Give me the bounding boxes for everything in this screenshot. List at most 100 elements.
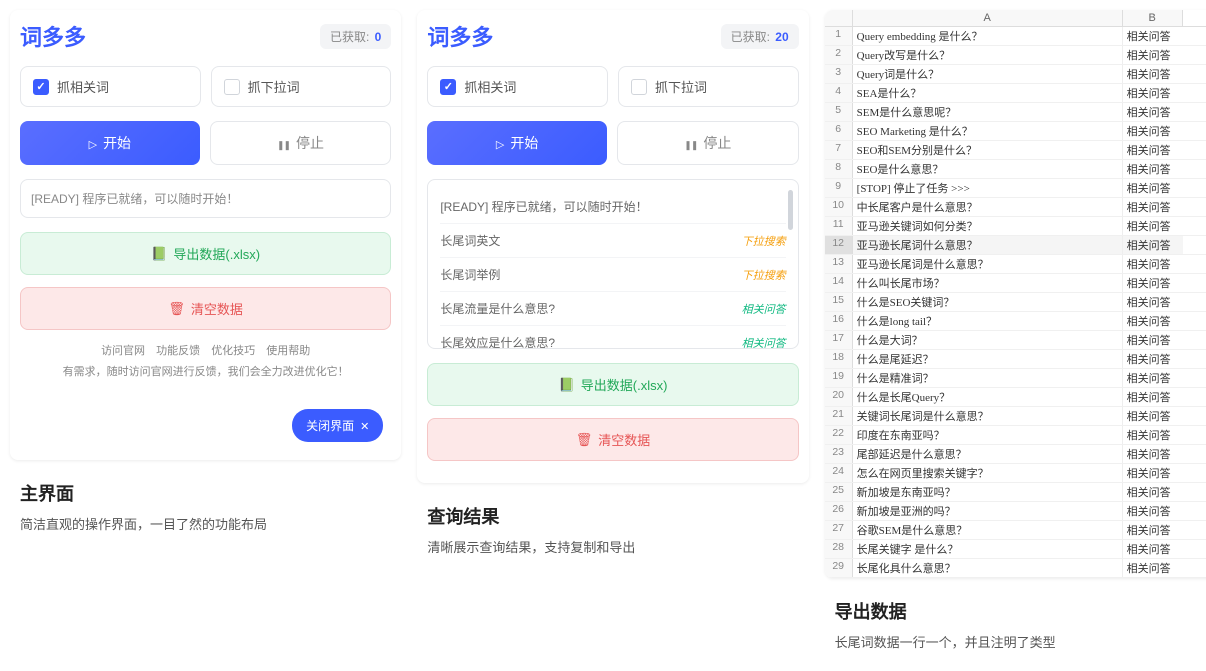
start-button[interactable]: 开始: [20, 121, 200, 165]
scrollbar-thumb[interactable]: [788, 190, 793, 230]
table-row[interactable]: 8SEO是什么意思？相关问答: [825, 160, 1206, 179]
stop-button[interactable]: 停止: [617, 121, 799, 165]
help-link[interactable]: 优化技巧: [211, 345, 255, 357]
cell-a[interactable]: 什么是long tail？: [853, 312, 1123, 330]
start-button[interactable]: 开始: [427, 121, 607, 165]
result-item[interactable]: 长尾词举例下拉搜索: [440, 258, 785, 292]
table-row[interactable]: 26新加坡是亚洲的吗？相关问答: [825, 502, 1206, 521]
table-row[interactable]: 3Query词是什么？相关问答: [825, 65, 1206, 84]
row-number[interactable]: 10: [825, 198, 853, 216]
row-number[interactable]: 13: [825, 255, 853, 273]
row-number[interactable]: 21: [825, 407, 853, 425]
cell-b[interactable]: 相关问答: [1123, 46, 1183, 64]
row-number[interactable]: 23: [825, 445, 853, 463]
cell-b[interactable]: 相关问答: [1123, 426, 1183, 444]
clear-button[interactable]: 清空数据: [20, 287, 391, 330]
cell-a[interactable]: SEO Marketing 是什么？: [853, 122, 1123, 140]
cell-a[interactable]: 长尾化具什么意思？: [853, 559, 1123, 577]
table-row[interactable]: 7SEO和SEM分别是什么？相关问答: [825, 141, 1206, 160]
table-row[interactable]: 4SEA是什么？相关问答: [825, 84, 1206, 103]
row-number[interactable]: 3: [825, 65, 853, 83]
cell-b[interactable]: 相关问答: [1123, 198, 1183, 216]
cell-a[interactable]: Query词是什么？: [853, 65, 1123, 83]
cell-a[interactable]: SEA是什么？: [853, 84, 1123, 102]
cell-a[interactable]: 怎么在网页里搜索关键字？: [853, 464, 1123, 482]
table-row[interactable]: 5SEM是什么意思呢？相关问答: [825, 103, 1206, 122]
row-number[interactable]: 25: [825, 483, 853, 501]
table-row[interactable]: 22印度在东南亚吗？相关问答: [825, 426, 1206, 445]
cell-b[interactable]: 相关问答: [1123, 160, 1183, 178]
help-link[interactable]: 使用帮助: [266, 345, 310, 357]
help-link[interactable]: 功能反馈: [156, 345, 200, 357]
table-row[interactable]: 13亚马逊长尾词是什么意思？相关问答: [825, 255, 1206, 274]
cell-b[interactable]: 相关问答: [1123, 331, 1183, 349]
cell-a[interactable]: 印度在东南亚吗？: [853, 426, 1123, 444]
cell-b[interactable]: 相关问答: [1123, 483, 1183, 501]
cell-a[interactable]: 什么是精准词？: [853, 369, 1123, 387]
cell-a[interactable]: 什么是长尾Query？: [853, 388, 1123, 406]
cell-a[interactable]: Query embedding 是什么？: [853, 27, 1123, 45]
cell-a[interactable]: 什么叫长尾市场？: [853, 274, 1123, 292]
result-box[interactable]: [READY] 程序已就绪，可以随时开始！长尾词英文下拉搜索长尾词举例下拉搜索长…: [427, 179, 798, 349]
cell-a[interactable]: Query改写是什么？: [853, 46, 1123, 64]
cell-b[interactable]: 相关问答: [1123, 293, 1183, 311]
table-row[interactable]: 6SEO Marketing 是什么？相关问答: [825, 122, 1206, 141]
table-row[interactable]: 11亚马逊关键词如何分类？相关问答: [825, 217, 1206, 236]
cell-b[interactable]: 相关问答: [1123, 350, 1183, 368]
row-number[interactable]: 5: [825, 103, 853, 121]
table-row[interactable]: 29长尾化具什么意思？相关问答: [825, 559, 1206, 578]
export-button[interactable]: 📗 导出数据(.xlsx): [20, 232, 391, 275]
cell-a[interactable]: 什么是SEO关键词？: [853, 293, 1123, 311]
row-number[interactable]: 16: [825, 312, 853, 330]
cell-a[interactable]: 亚马逊关键词如何分类？: [853, 217, 1123, 235]
cell-b[interactable]: 相关问答: [1123, 217, 1183, 235]
cell-b[interactable]: 相关问答: [1123, 141, 1183, 159]
spreadsheet[interactable]: A B 1Query embedding 是什么？相关问答2Query改写是什么…: [825, 10, 1206, 578]
checkbox-dropdown[interactable]: 抓下拉词: [211, 66, 392, 107]
row-number[interactable]: 19: [825, 369, 853, 387]
cell-a[interactable]: SEO是什么意思？: [853, 160, 1123, 178]
row-number[interactable]: 6: [825, 122, 853, 140]
row-number[interactable]: 28: [825, 540, 853, 558]
table-row[interactable]: 18什么是尾延迟？相关问答: [825, 350, 1206, 369]
cell-b[interactable]: 相关问答: [1123, 122, 1183, 140]
cell-b[interactable]: 相关问答: [1123, 255, 1183, 273]
result-item[interactable]: 长尾词英文下拉搜索: [440, 224, 785, 258]
table-row[interactable]: 21关键词长尾词是什么意思？相关问答: [825, 407, 1206, 426]
row-number[interactable]: 24: [825, 464, 853, 482]
table-row[interactable]: 24怎么在网页里搜索关键字？相关问答: [825, 464, 1206, 483]
column-header-b[interactable]: B: [1123, 10, 1183, 26]
cell-a[interactable]: 中长尾客户是什么意思？: [853, 198, 1123, 216]
row-number[interactable]: 14: [825, 274, 853, 292]
row-number[interactable]: 26: [825, 502, 853, 520]
table-row[interactable]: 28长尾关键字 是什么？相关问答: [825, 540, 1206, 559]
cell-b[interactable]: 相关问答: [1123, 27, 1183, 45]
table-row[interactable]: 1Query embedding 是什么？相关问答: [825, 27, 1206, 46]
close-ui-button[interactable]: 关闭界面: [292, 409, 383, 442]
stop-button[interactable]: 停止: [210, 121, 392, 165]
row-number[interactable]: 4: [825, 84, 853, 102]
cell-a[interactable]: 亚马逊长尾词什么意思？: [853, 236, 1123, 254]
cell-a[interactable]: 关键词长尾词是什么意思？: [853, 407, 1123, 425]
cell-a[interactable]: [STOP] 停止了任务 >>>: [853, 179, 1123, 197]
cell-a[interactable]: 谷歌SEM是什么意思？: [853, 521, 1123, 539]
cell-a[interactable]: 什么是大词？: [853, 331, 1123, 349]
checkbox-related[interactable]: 抓相关词: [427, 66, 608, 107]
cell-b[interactable]: 相关问答: [1123, 369, 1183, 387]
cell-b[interactable]: 相关问答: [1123, 559, 1183, 577]
cell-b[interactable]: 相关问答: [1123, 179, 1183, 197]
cell-b[interactable]: 相关问答: [1123, 407, 1183, 425]
table-row[interactable]: 20什么是长尾Query？相关问答: [825, 388, 1206, 407]
cell-b[interactable]: 相关问答: [1123, 103, 1183, 121]
row-number[interactable]: 11: [825, 217, 853, 235]
cell-a[interactable]: SEO和SEM分别是什么？: [853, 141, 1123, 159]
checkbox-related[interactable]: 抓相关词: [20, 66, 201, 107]
table-row[interactable]: 10中长尾客户是什么意思？相关问答: [825, 198, 1206, 217]
row-number[interactable]: 20: [825, 388, 853, 406]
table-row[interactable]: 25新加坡是东南亚吗？相关问答: [825, 483, 1206, 502]
cell-b[interactable]: 相关问答: [1123, 464, 1183, 482]
cell-b[interactable]: 相关问答: [1123, 84, 1183, 102]
export-button[interactable]: 📗 导出数据(.xlsx): [427, 363, 798, 406]
cell-b[interactable]: 相关问答: [1123, 521, 1183, 539]
cell-a[interactable]: 长尾关键字 是什么？: [853, 540, 1123, 558]
